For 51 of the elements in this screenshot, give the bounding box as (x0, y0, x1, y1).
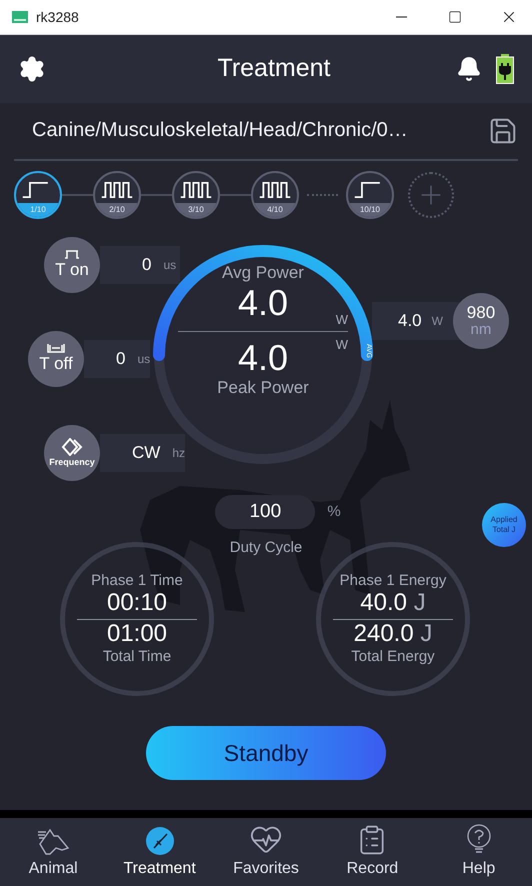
parameter-button[interactable]: Frequency (44, 424, 100, 481)
minimize-icon (396, 16, 406, 18)
battery-plug-icon (496, 54, 514, 84)
parameter-field[interactable]: 0 us (100, 246, 180, 284)
applied-total-button[interactable]: Applied Total J (482, 502, 526, 547)
phase-button[interactable]: 3/10 (172, 170, 220, 219)
chevrons-icon (61, 438, 83, 456)
avg-power-label: Avg Power (222, 262, 304, 283)
pulse-on-icon (64, 249, 80, 260)
phase-energy-value: 40.0 J (360, 589, 426, 618)
duty-cycle-field[interactable]: 100 (215, 494, 316, 529)
nav-tab[interactable]: Animal (0, 818, 106, 886)
add-phase-button[interactable] (408, 172, 454, 218)
nav-tab[interactable]: Favorites (212, 818, 320, 886)
phase-button[interactable]: 10/10 (346, 170, 394, 219)
peak-power-value: 4.0 (238, 338, 288, 378)
avg-power-value: 4.0 (238, 282, 288, 323)
parameter-field[interactable]: 0 us (84, 340, 150, 378)
standby-button[interactable]: Standby (146, 726, 386, 780)
total-time-label: Total Time (102, 648, 172, 666)
peak-power-unit: W (336, 336, 348, 352)
settings-icon[interactable] (18, 54, 46, 83)
peak-power-label: Peak Power (217, 378, 309, 398)
nav-tab[interactable]: Help (426, 818, 532, 886)
window-title: rk3288 (36, 9, 80, 25)
maximize-icon (448, 10, 462, 24)
parameter-field[interactable]: CW hz (100, 434, 186, 472)
wand-icon (144, 826, 175, 856)
parameter-button[interactable]: T on (44, 236, 100, 293)
phase-energy-label: Phase 1 Energy (340, 572, 446, 590)
avg-power-unit: W (336, 312, 348, 327)
phase-time-label: Phase 1 Time (91, 572, 183, 590)
app-icon (12, 11, 28, 23)
total-energy-value: 240.0 J (354, 620, 432, 648)
phase-time-value: 00:10 (106, 589, 168, 618)
phase-button[interactable]: 4/10 (251, 170, 299, 219)
pulse-off-icon (47, 343, 65, 354)
parameter-button[interactable]: T off (28, 330, 84, 387)
protocol-path: Canine/Musculoskeletal/Head/Chronic/0… (32, 119, 409, 142)
nav-tab[interactable]: Treatment (106, 818, 213, 886)
power-field: 4.0 W (372, 302, 461, 340)
total-energy-label: Total Energy (351, 648, 435, 666)
wavelength-button[interactable]: 980 nm (452, 292, 509, 349)
dog-head-icon (36, 826, 70, 856)
duty-cycle-unit: % (327, 503, 341, 520)
screen-title: Treatment (216, 54, 332, 84)
phase-button[interactable]: 2/10 (93, 170, 141, 219)
bell-icon[interactable] (456, 56, 482, 82)
nav-tab[interactable]: Record (319, 818, 426, 886)
total-time-value: 01:00 (106, 620, 168, 648)
duty-cycle-label: Duty Cycle (230, 538, 302, 556)
